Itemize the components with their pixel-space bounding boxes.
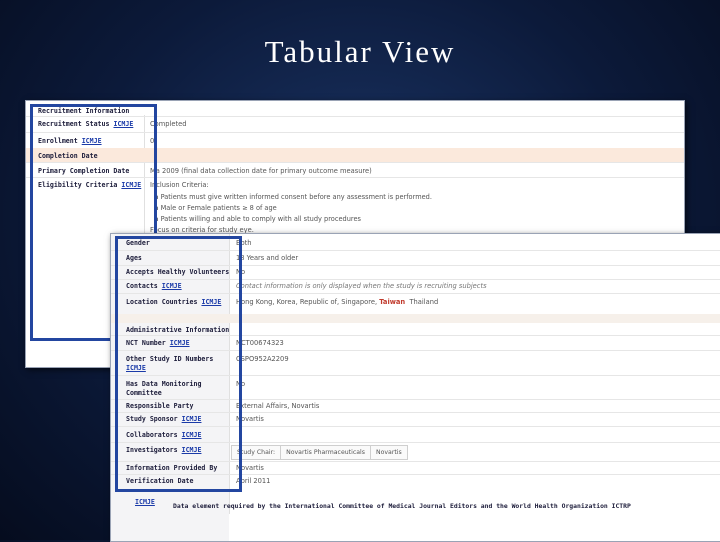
eligibility-value: Inclusion Criteria: (150, 181, 209, 189)
ages-value: 18 Years and older (236, 254, 299, 262)
investigators-table: Study Chair: Novartis Pharmaceuticals No… (231, 445, 408, 460)
eligibility-bullet: ▪ Patients must give written informed co… (154, 193, 432, 201)
other-ids-value: CSPO952A2209 (236, 355, 289, 363)
icmje-footnote: Data element required by the Internation… (173, 502, 631, 510)
responsible-party-value: External Affairs, Novartis (236, 402, 320, 410)
icmje-link[interactable]: ICMJE (135, 498, 155, 506)
location-countries-value: Hong Kong, Korea, Republic of, Singapore… (236, 298, 439, 306)
primary-completion-value: Ma 2009 (final data collection date for … (150, 167, 372, 175)
eligibility-bullet: ▪ Male or Female patients ≥ 8 of age (154, 204, 277, 212)
label-column-highlight (115, 236, 242, 492)
contacts-value: Contact information is only displayed wh… (236, 282, 487, 290)
investigator-name-cell: Novartis Pharmaceuticals (280, 445, 371, 460)
administrative-info-screenshot: Gender Both Ages 18 Years and older Acce… (110, 233, 720, 542)
highlighted-country: Taiwan (379, 298, 406, 306)
nct-value: NCT00674323 (236, 339, 284, 347)
investigator-affiliation-cell: Novartis (369, 445, 408, 460)
eligibility-bullet: ▪ Patients willing and able to comply wi… (154, 215, 361, 223)
slide-title: Tabular View (264, 34, 456, 69)
